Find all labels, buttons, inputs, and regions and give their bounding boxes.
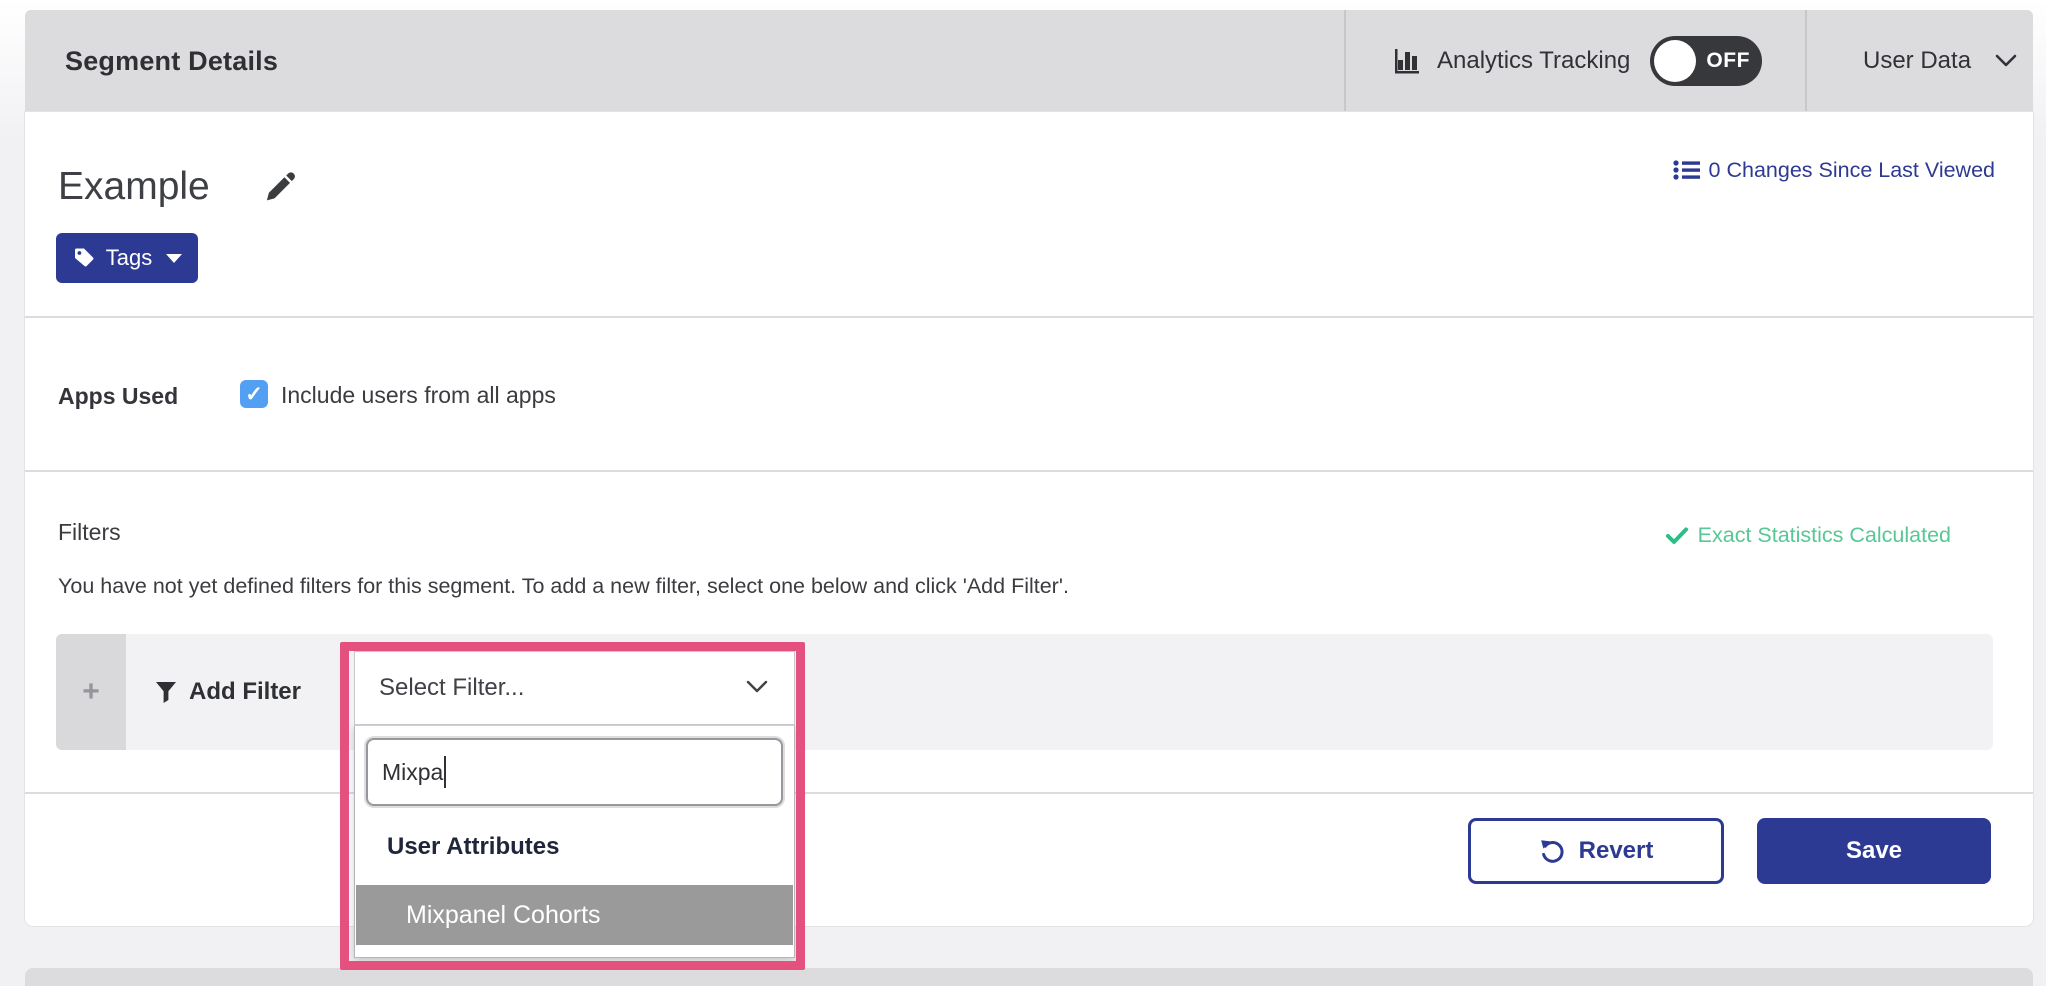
user-data-label: User Data [1863, 47, 1971, 75]
analytics-tracking-control: Analytics Tracking OFF [1393, 10, 1762, 112]
plus-icon: + [82, 675, 100, 709]
filters-description: You have not yet defined filters for thi… [58, 574, 1069, 599]
include-all-apps-label: Include users from all apps [281, 382, 556, 409]
bar-chart-icon [1393, 47, 1423, 75]
dropdown-option-mixpanel-cohorts[interactable]: Mixpanel Cohorts [356, 885, 793, 945]
changes-since-last-viewed-link[interactable]: 0 Changes Since Last Viewed [1673, 153, 1995, 187]
apps-used-label: Apps Used [58, 383, 178, 410]
revert-button-label: Revert [1579, 837, 1654, 865]
toggle-state-label: OFF [1706, 36, 1750, 86]
caret-down-icon [166, 254, 182, 263]
check-icon [1666, 527, 1688, 545]
filters-label: Filters [58, 519, 121, 546]
add-filter-label: Add Filter [189, 678, 301, 706]
dropdown-group-header: User Attributes [387, 833, 559, 861]
save-button-label: Save [1846, 837, 1902, 865]
include-all-apps-checkbox[interactable]: ✓ [240, 380, 268, 408]
check-icon: ✓ [245, 384, 263, 405]
funnel-icon [155, 680, 177, 704]
page-title: Segment Details [65, 10, 278, 112]
segment-details-page: Segment Details Analytics Tracking OFF U… [0, 0, 2046, 986]
select-filter-placeholder: Select Filter... [379, 674, 524, 702]
segment-name: Example [58, 160, 210, 214]
section-divider [25, 792, 2033, 794]
header-divider [1344, 10, 1346, 112]
revert-button[interactable]: Revert [1468, 818, 1724, 884]
filter-search-input[interactable]: Mixpa [366, 738, 783, 806]
undo-icon [1539, 838, 1565, 864]
changes-list-icon [1673, 159, 1700, 181]
save-button[interactable]: Save [1757, 818, 1991, 884]
tags-button[interactable]: Tags [56, 233, 198, 283]
edit-pencil-icon[interactable] [262, 170, 296, 204]
add-filter-plus-button[interactable]: + [56, 634, 126, 750]
next-panel-edge [25, 968, 2033, 986]
page-header: Segment Details Analytics Tracking OFF U… [25, 10, 2033, 112]
changes-link-label: 0 Changes Since Last Viewed [1709, 158, 1995, 183]
chevron-down-icon [746, 680, 768, 694]
tag-icon [72, 246, 96, 270]
search-input-value: Mixpa [382, 759, 443, 786]
header-divider [1805, 10, 1807, 112]
add-filter-row [56, 634, 1993, 750]
select-filter-dropdown[interactable]: Select Filter... [354, 651, 795, 725]
chevron-down-icon [1995, 54, 2017, 68]
analytics-tracking-toggle[interactable]: OFF [1650, 36, 1762, 86]
exact-statistics-label: Exact Statistics Calculated [1698, 523, 1951, 548]
add-filter-control[interactable]: Add Filter [155, 634, 301, 750]
filter-dropdown-panel: Mixpa User Attributes Mixpanel Cohorts [354, 725, 795, 958]
segment-card [25, 112, 2033, 926]
toggle-knob [1654, 40, 1696, 82]
analytics-tracking-label: Analytics Tracking [1437, 47, 1630, 75]
section-divider [25, 316, 2033, 318]
tags-button-label: Tags [106, 245, 152, 271]
user-data-dropdown[interactable]: User Data [1863, 10, 2017, 112]
text-cursor [444, 756, 446, 788]
section-divider [25, 470, 2033, 472]
option-label: Mixpanel Cohorts [406, 901, 601, 930]
exact-statistics-status: Exact Statistics Calculated [1666, 523, 1951, 548]
